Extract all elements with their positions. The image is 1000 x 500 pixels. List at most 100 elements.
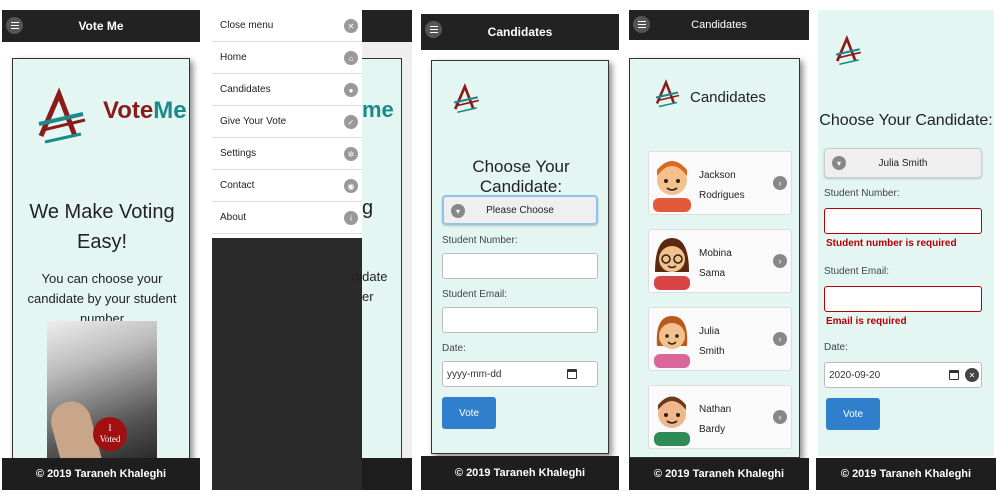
menu-item-label: About — [220, 212, 247, 223]
page-headline: We Make Voting Easy! — [29, 201, 175, 253]
menu-item-close[interactable]: Close menu ✕ — [212, 10, 362, 42]
candidate-first-name: Jackson — [699, 170, 736, 181]
candidate-name: Julia Smith — [699, 322, 725, 362]
student-number-field[interactable] — [442, 253, 598, 279]
calendar-icon[interactable] — [567, 369, 577, 379]
student-number-label: Student Number: — [442, 235, 518, 246]
chevron-right-icon: › — [773, 410, 787, 424]
menu-item-label: Home — [220, 52, 247, 63]
date-field[interactable]: yyyy-mm-dd — [442, 361, 598, 387]
home-card: VoteMe We Make Voting Easy! You can choo… — [12, 58, 190, 467]
brand-name: VoteMe — [103, 97, 187, 125]
peek-me: me — [362, 97, 394, 122]
menu-item-candidates[interactable]: Candidates ● — [212, 74, 362, 106]
candidate-last-name: Rodrigues — [699, 190, 745, 201]
menu-button[interactable] — [425, 21, 442, 38]
menu-item-label: Contact — [220, 180, 255, 191]
date-label: Date: — [442, 343, 466, 354]
header-bar: Candidates — [421, 14, 619, 50]
menu-button[interactable] — [633, 16, 650, 33]
menu-button[interactable] — [6, 17, 23, 34]
date-label: Date: — [824, 342, 848, 353]
voteme-logo-icon — [38, 87, 86, 144]
footer: © 2019 Taraneh Khaleghi — [421, 456, 619, 490]
menu-item-label: Candidates — [220, 84, 271, 95]
student-email-error: Email is required — [826, 316, 907, 327]
candidate-item[interactable]: Nathan Bardy › — [648, 385, 792, 449]
footer: © 2019 Taraneh Khaleghi — [2, 458, 200, 490]
menu-item-label: Close menu — [220, 20, 274, 31]
voteme-logo-icon — [453, 82, 479, 114]
underlying-footer — [362, 458, 412, 490]
underlying-header — [362, 10, 412, 42]
voted-sticker: I Voted — [93, 417, 127, 451]
avatar — [653, 161, 691, 212]
page-subtext: You can choose your candidate by your st… — [27, 271, 177, 326]
hamburger-icon — [429, 28, 438, 31]
chevron-down-icon: ▾ — [451, 204, 465, 218]
candidate-first-name: Mobina — [699, 248, 732, 259]
voteme-logo-icon — [835, 34, 861, 66]
underlying-page: me g didate er — [352, 10, 412, 490]
candidate-item[interactable]: Mobina Sama › — [648, 229, 792, 293]
voteme-logo-icon — [655, 79, 680, 108]
student-email-field[interactable] — [442, 307, 598, 333]
underlying-card: me g didate er — [352, 58, 402, 466]
menu-item-about[interactable]: About i — [212, 202, 362, 234]
student-email-label: Student Email: — [824, 266, 890, 277]
home-icon: ⌂ — [344, 51, 358, 65]
user-icon: ● — [344, 83, 358, 97]
student-email-field[interactable] — [824, 286, 982, 312]
avatar — [654, 316, 690, 368]
menu-item-settings[interactable]: Settings ✲ — [212, 138, 362, 170]
peek-g: g — [362, 197, 374, 219]
menu-item-home[interactable]: Home ⌂ — [212, 42, 362, 74]
candidate-last-name: Sama — [699, 268, 726, 279]
location-icon: ◉ — [344, 179, 358, 193]
screen-vote-form-errors: Choose Your Candidate: ▾ Julia Smith Stu… — [816, 10, 996, 490]
candidates-heading: Candidates — [690, 89, 766, 106]
info-icon: i — [344, 211, 358, 225]
candidate-first-name: Nathan — [699, 404, 732, 415]
header-bar: Candidates — [629, 10, 809, 40]
candidate-select[interactable]: ▾ Julia Smith — [824, 148, 982, 178]
menu-item-label: Give Your Vote — [220, 116, 287, 127]
student-number-label: Student Number: — [824, 188, 900, 199]
avatar — [654, 238, 690, 290]
calendar-icon[interactable] — [949, 370, 959, 380]
form-heading: Choose Your Candidate: — [472, 157, 570, 196]
sticker-line-1: I — [108, 423, 112, 433]
form-heading: Choose Your Candidate: — [819, 112, 993, 129]
candidate-item[interactable]: Jackson Rodrigues › — [648, 151, 792, 215]
chevron-right-icon: › — [773, 176, 787, 190]
student-number-field[interactable] — [824, 208, 982, 234]
close-icon: ✕ — [344, 19, 358, 33]
vote-button[interactable]: Vote — [826, 398, 880, 430]
side-menu: Close menu ✕ Home ⌂ Candidates ● Give Your … — [212, 10, 362, 238]
peek-er: er — [362, 289, 374, 304]
candidate-name: Nathan Bardy — [699, 400, 731, 440]
candidate-name: Jackson Rodrigues — [699, 166, 745, 206]
candidate-first-name: Julia — [699, 326, 720, 337]
candidate-select[interactable]: ▾ Please Choose — [442, 195, 598, 225]
header-title: Vote Me — [78, 19, 124, 33]
avatar — [654, 396, 690, 446]
candidate-last-name: Bardy — [699, 424, 726, 435]
candidate-item[interactable]: Julia Smith › — [648, 307, 792, 371]
date-placeholder: yyyy-mm-dd — [447, 369, 502, 380]
hamburger-icon — [10, 24, 19, 27]
date-value: 2020-09-20 — [829, 370, 881, 381]
menu-item-contact[interactable]: Contact ◉ — [212, 170, 362, 202]
vote-form-card: Choose Your Candidate: ▾ Please Choose S… — [431, 60, 609, 454]
clear-icon[interactable]: ✕ — [965, 368, 979, 382]
candidate-last-name: Smith — [699, 346, 725, 357]
date-field[interactable]: 2020-09-20 ✕ — [824, 362, 982, 388]
menu-item-label: Settings — [220, 148, 257, 159]
candidate-name: Mobina Sama — [699, 244, 732, 284]
screen-vote-form: Candidates Choose Your Candidate: ▾ Plea… — [421, 10, 619, 490]
peek-didate: didate — [352, 269, 388, 284]
footer: © 2019 Taraneh Khaleghi — [629, 458, 809, 490]
brand-name-me: Me — [153, 97, 187, 124]
menu-item-give-vote[interactable]: Give Your Vote ✓ — [212, 106, 362, 138]
vote-button[interactable]: Vote — [442, 397, 496, 429]
